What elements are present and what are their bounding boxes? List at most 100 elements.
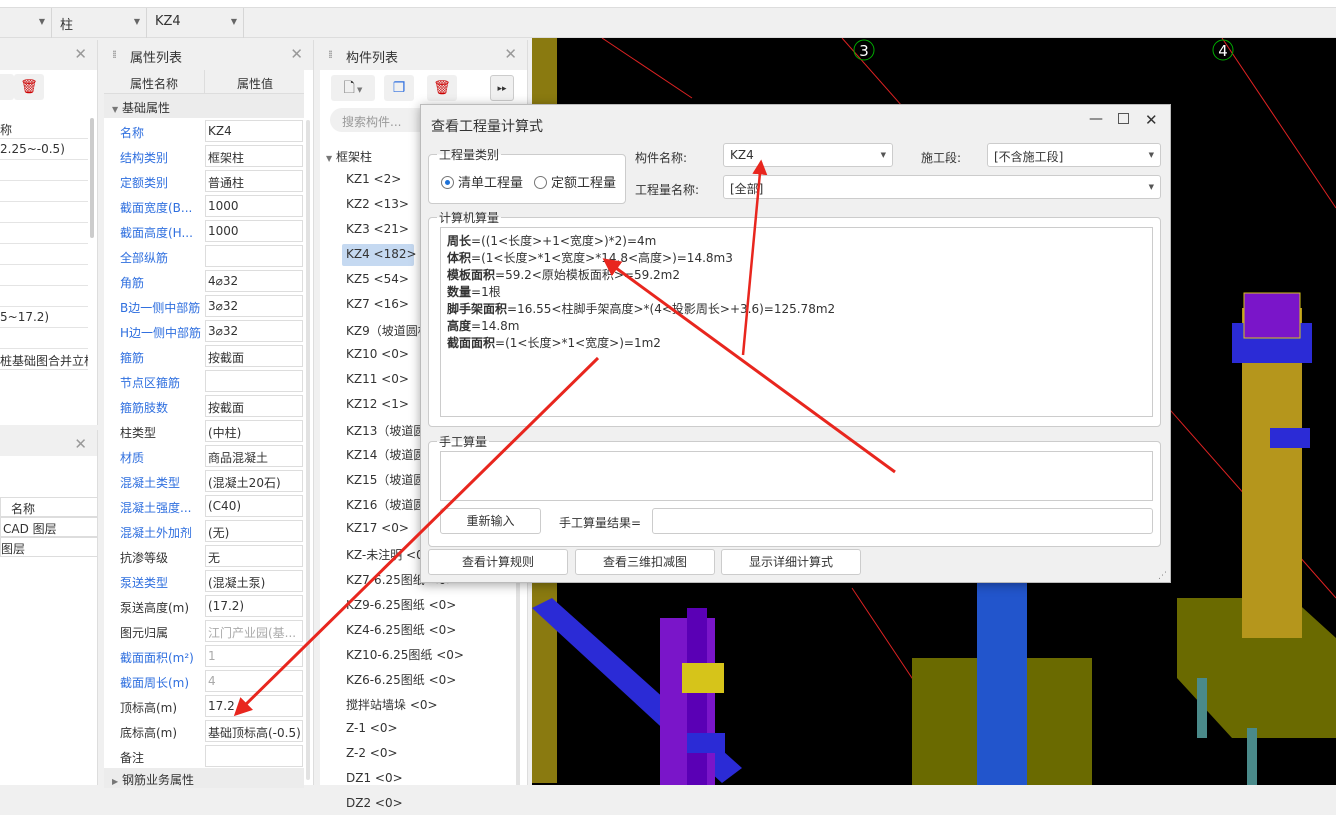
type-selector[interactable]: 柱 ▼ — [52, 8, 147, 38]
component-item[interactable]: KZ6-6.25图纸 <0> — [342, 668, 512, 690]
component-item[interactable]: Z-1 <0> — [342, 718, 512, 740]
minimize-icon[interactable]: — — [1089, 111, 1103, 127]
property-value[interactable]: (中柱) — [205, 420, 303, 442]
property-label: 截面面积(m²) — [120, 651, 194, 665]
property-value[interactable]: 1000 — [205, 220, 303, 242]
left-row[interactable]: 2.25~-0.5) — [0, 139, 88, 160]
layer-panel: ✕ 名称 CAD 图层 图层 — [0, 430, 98, 785]
expand-button[interactable]: ▸▸ — [490, 75, 514, 101]
property-value[interactable]: 17.2 — [205, 695, 303, 717]
scrollbar[interactable] — [90, 118, 94, 238]
component-selector[interactable]: KZ4 ▼ — [147, 8, 244, 38]
formula-textarea[interactable]: 周长=((1<长度>+1<宽度>)*2)=4m 体积=(1<长度>*1<宽度>*1… — [440, 227, 1153, 417]
left-row[interactable]: 桩基础图合并立柱 — [0, 349, 88, 370]
left-row[interactable] — [0, 328, 88, 349]
reinput-button[interactable]: 重新输入 — [440, 508, 541, 534]
left-row[interactable] — [0, 265, 88, 286]
left-row[interactable]: 5~17.2) — [0, 307, 88, 328]
property-value[interactable]: 无 — [205, 545, 303, 567]
property-value[interactable] — [205, 745, 303, 767]
property-value[interactable]: 4 — [205, 670, 303, 692]
delete-button[interactable]: 🗑 — [427, 75, 457, 101]
close-icon[interactable]: ✕ — [74, 435, 87, 453]
property-value[interactable]: 1000 — [205, 195, 303, 217]
property-value[interactable]: 江门产业园(基... — [205, 620, 303, 642]
floor-selector[interactable]: ▼ — [0, 8, 52, 38]
property-value[interactable]: 1 — [205, 645, 303, 667]
formula-line: 体积=(1<长度>*1<宽度>*14.8<高度>)=14.8m3 — [447, 249, 1146, 266]
close-icon[interactable]: ✕ — [74, 45, 87, 63]
component-item[interactable]: DZ1 <0> — [342, 768, 512, 790]
stage-combo[interactable]: [不含施工段] ▼ — [987, 143, 1161, 167]
property-value[interactable]: KZ4 — [205, 120, 303, 142]
close-icon[interactable]: ✕ — [504, 45, 517, 63]
new-component-button[interactable]: 🗋 ▼ — [331, 75, 375, 101]
left-row[interactable] — [0, 244, 88, 265]
scrollbar[interactable] — [306, 120, 310, 780]
radio-quota[interactable]: 定额工程量 — [534, 172, 616, 191]
component-name-combo[interactable]: KZ4 ▼ — [723, 143, 893, 167]
property-value[interactable]: 商品混凝土 — [205, 445, 303, 467]
tool-button[interactable] — [0, 74, 14, 100]
left-row[interactable] — [0, 160, 88, 181]
property-value[interactable]: 按截面 — [205, 345, 303, 367]
view-rules-button[interactable]: 查看计算规则 — [428, 549, 568, 575]
component-item[interactable]: Z-2 <0> — [342, 743, 512, 765]
left-panel-header: ✕ — [0, 40, 97, 70]
property-value[interactable]: 普通柱 — [205, 170, 303, 192]
close-icon[interactable]: ✕ — [1145, 111, 1158, 129]
property-row: 顶标高(m) 17.2 — [104, 694, 304, 719]
property-value[interactable]: (混凝土20石) — [205, 470, 303, 492]
component-item[interactable]: DZ2 <0> — [342, 793, 512, 815]
qty-name-combo[interactable]: [全部] ▼ — [723, 175, 1161, 199]
component-value: KZ4 — [155, 14, 181, 29]
property-value[interactable]: (17.2) — [205, 595, 303, 617]
left-row[interactable] — [0, 223, 88, 244]
property-value[interactable]: 框架柱 — [205, 145, 303, 167]
property-value[interactable]: (无) — [205, 520, 303, 542]
tree-group-frame-column[interactable]: ▼ 框架柱 — [326, 148, 372, 165]
radio-bill[interactable]: 清单工程量 — [441, 172, 523, 191]
manual-input[interactable] — [440, 451, 1153, 501]
property-value[interactable]: 3⌀32 — [205, 295, 303, 317]
property-value[interactable]: 按截面 — [205, 395, 303, 417]
left-row[interactable]: 称 — [0, 118, 88, 139]
close-icon[interactable]: ✕ — [290, 45, 303, 63]
component-item[interactable]: KZ9-6.25图纸 <0> — [342, 593, 512, 615]
property-row: 截面宽度(B... 1000 — [104, 194, 304, 219]
delete-button[interactable]: 🗑 — [14, 74, 44, 100]
layer-row[interactable]: 图层 — [0, 537, 98, 557]
property-value[interactable]: 4⌀32 — [205, 270, 303, 292]
new-file-icon: 🗋 — [343, 80, 355, 96]
drag-handle-icon[interactable]: ⁞⁞ — [328, 48, 333, 61]
property-value[interactable] — [205, 245, 303, 267]
left-row[interactable] — [0, 286, 88, 307]
property-row: 箍筋 按截面 — [104, 344, 304, 369]
show-detail-formula-button[interactable]: 显示详细计算式 — [721, 549, 861, 575]
component-item[interactable]: KZ4 <182> — [342, 243, 417, 266]
resize-grip-icon[interactable]: ⋰ — [1158, 571, 1167, 581]
formula-name: 模板面积 — [447, 268, 496, 282]
left-row[interactable] — [0, 202, 88, 223]
property-label: 角筋 — [120, 276, 145, 290]
property-label: 结构类别 — [120, 151, 169, 165]
property-value[interactable]: (混凝土泵) — [205, 570, 303, 592]
property-value[interactable] — [205, 370, 303, 392]
component-item[interactable]: KZ4-6.25图纸 <0> — [342, 618, 512, 640]
component-item[interactable]: 搅拌站墙垛 <0> — [342, 693, 512, 715]
property-value[interactable]: (C40) — [205, 495, 303, 517]
layer-row[interactable]: CAD 图层 — [0, 517, 98, 537]
left-row[interactable] — [0, 181, 88, 202]
manual-result-field[interactable] — [652, 508, 1153, 534]
component-item[interactable]: KZ10-6.25图纸 <0> — [342, 643, 512, 665]
group-basic[interactable]: ▼ 基础属性 — [104, 94, 304, 118]
pile-shape — [1197, 678, 1207, 738]
group-rebar[interactable]: ▶ 钢筋业务属性 — [104, 768, 304, 788]
property-value[interactable]: 基础顶标高(-0.5) — [205, 720, 303, 742]
drag-handle-icon[interactable]: ⁞⁞ — [112, 48, 117, 61]
view-3d-deduction-button[interactable]: 查看三维扣减图 — [575, 549, 715, 575]
maximize-icon[interactable] — [1118, 113, 1129, 124]
property-value[interactable]: 3⌀32 — [205, 320, 303, 342]
radio-label: 定额工程量 — [551, 176, 617, 191]
copy-button[interactable]: ❐ — [384, 75, 414, 101]
